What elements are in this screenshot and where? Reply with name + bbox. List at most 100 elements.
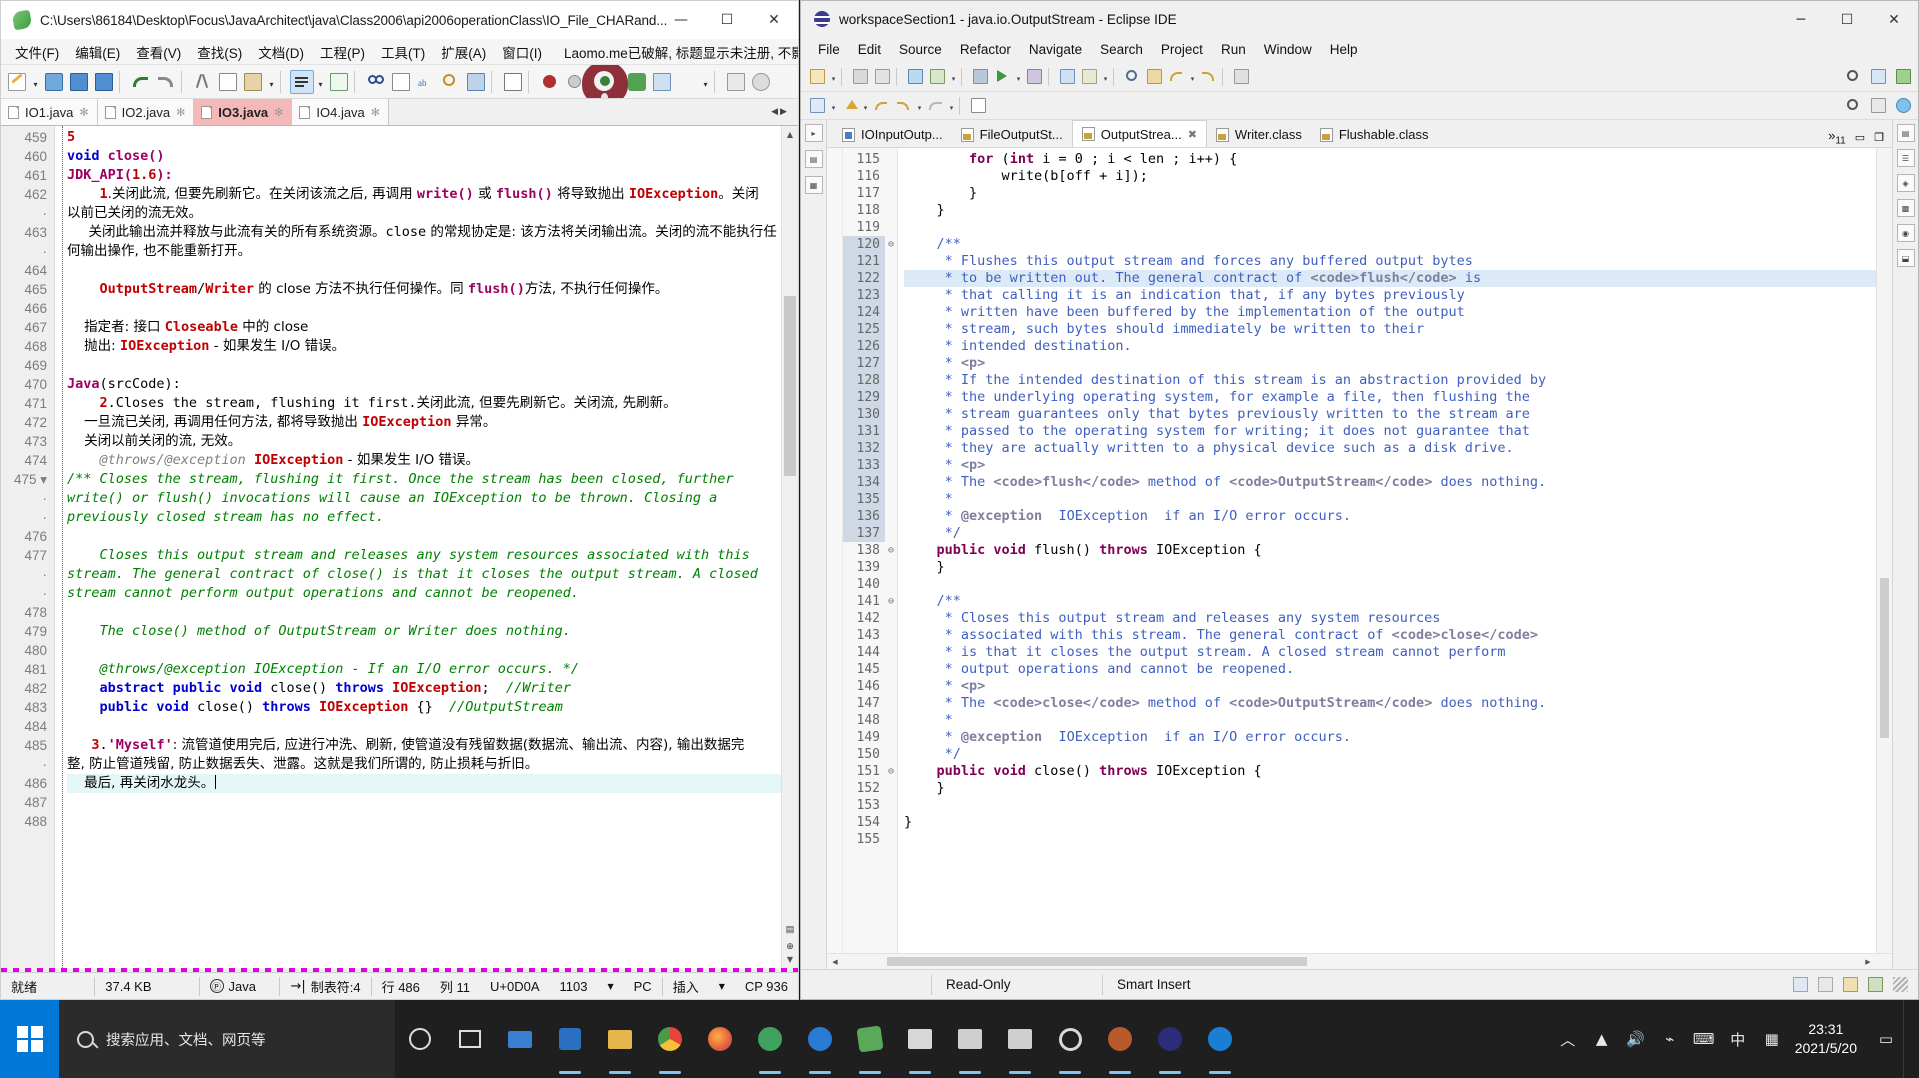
code-line[interactable]: 以前已关闭的流无效。 [67, 204, 798, 223]
tab-close-icon[interactable]: ✖ [1188, 128, 1197, 141]
editor-tab-io1[interactable]: IO1.java ✻ [1, 99, 98, 125]
last-edit-icon[interactable] [1144, 66, 1165, 87]
code-line[interactable] [67, 603, 798, 622]
code-line[interactable]: /** [904, 593, 1892, 610]
save-icon[interactable] [850, 66, 871, 87]
plugin-dropdown-icon[interactable]: ▾ [700, 70, 711, 94]
code-line[interactable]: * intended destination. [904, 338, 1892, 355]
code-line[interactable]: @throws/@exception IOException - 如果发生 I/… [67, 451, 798, 470]
external-tools-dropdown-icon[interactable]: ▾ [949, 66, 958, 87]
code-line[interactable] [904, 219, 1892, 236]
fold-toggle-icon[interactable]: ⊖ [885, 763, 897, 780]
notepad-vertical-scrollbar[interactable]: ▲ ▤ ⊕ ▼ [781, 126, 798, 968]
code-line[interactable] [67, 717, 798, 736]
code-line[interactable]: } [904, 780, 1892, 797]
tab-scroll-left-icon[interactable]: ◀ [771, 107, 778, 117]
code-line[interactable]: 最后, 再关闭水龙头。 [67, 774, 798, 793]
settings-taskbar-icon[interactable] [1045, 1000, 1095, 1078]
debug-icon[interactable] [970, 66, 991, 87]
tray-ime-icon[interactable]: 中 [1721, 1000, 1755, 1078]
menu-item-project[interactable]: Project [1152, 42, 1212, 57]
hscroll-left-icon[interactable]: ◀ [827, 954, 843, 969]
ubuntu-icon[interactable] [1095, 1000, 1145, 1078]
menu-item-search[interactable]: Search [1091, 42, 1152, 57]
code-line[interactable]: 5 [67, 128, 798, 147]
menu-item-run[interactable]: Run [1212, 42, 1255, 57]
menu-item-window[interactable]: Window [1255, 42, 1321, 57]
code-line[interactable]: * Flushes this output stream and forces … [904, 253, 1892, 270]
editor-tab-writer[interactable]: Writer.class [1207, 122, 1311, 147]
right-rail-extra2-icon[interactable]: ▩ [1896, 199, 1915, 217]
tab-close-icon[interactable]: ✻ [274, 106, 283, 119]
run-icon[interactable] [992, 66, 1013, 87]
new-file-dropdown-icon[interactable]: ▾ [30, 70, 41, 94]
task-view-icon[interactable] [445, 1000, 495, 1078]
menu-item-document[interactable]: 文档(D) [250, 42, 312, 62]
toggle-mark-icon[interactable] [925, 95, 946, 116]
code-line[interactable]: /** [904, 236, 1892, 253]
menu-item-file[interactable]: File [809, 42, 849, 57]
menu-item-edit[interactable]: Edit [849, 42, 890, 57]
editor-tab-flushable[interactable]: Flushable.class [1311, 122, 1438, 147]
code-line[interactable]: 2.Closes the stream, flushing it first.关… [67, 394, 798, 413]
prev-annotation-icon[interactable] [871, 95, 892, 116]
word-wrap-icon[interactable] [290, 69, 314, 94]
eclipse-horizontal-scrollbar[interactable]: ◀ ▶ [827, 953, 1892, 969]
code-line[interactable]: /** Closes the stream, flushing it first… [67, 470, 798, 489]
code-line[interactable]: Closes this output stream and releases a… [67, 546, 798, 565]
notepad-fold-margin[interactable] [55, 126, 63, 968]
scrollbar-thumb[interactable] [1880, 578, 1889, 738]
code-line[interactable]: write(b[off + i]); [904, 168, 1892, 185]
scroll-down-icon[interactable]: ▼ [782, 951, 798, 968]
code-line[interactable]: * stream, such bytes should immediately … [904, 321, 1892, 338]
forward-nav-icon[interactable] [1198, 66, 1219, 87]
code-line[interactable]: stream. The general contract of close() … [67, 565, 798, 584]
code-line[interactable] [67, 793, 798, 812]
menu-item-tools[interactable]: 工具(T) [373, 42, 433, 62]
tab-scroll-controls[interactable]: ◀ ▶ [760, 99, 798, 125]
document-map-icon[interactable] [501, 70, 525, 94]
pin-editor-icon[interactable] [1231, 66, 1252, 87]
code-line[interactable]: Java(srcCode): [67, 375, 798, 394]
run-dropdown-icon[interactable]: ▾ [1014, 66, 1023, 87]
new-java-project-icon[interactable] [1057, 66, 1078, 87]
code-line[interactable]: 指定者: 接口 Closeable 中的 close [67, 318, 798, 337]
code-line[interactable]: * Closes this output stream and releases… [904, 610, 1892, 627]
menu-item-edit[interactable]: 编辑(E) [67, 42, 128, 62]
eclipse-source-text[interactable]: for (int i = 0 ; i < len ; i++) { write(… [898, 148, 1892, 953]
tab-close-icon[interactable]: ✻ [79, 106, 88, 119]
editor-tab-ioinputoutput[interactable]: IOInputOutp... [833, 122, 952, 147]
code-line[interactable]: * to be written out. The general contrac… [904, 270, 1892, 287]
kugou-icon[interactable] [1195, 1000, 1245, 1078]
copy-icon[interactable] [216, 70, 240, 94]
code-line[interactable]: * that calling it is an indication that,… [904, 287, 1892, 304]
editor-tab-fileoutputstream[interactable]: FileOutputSt... [952, 122, 1072, 147]
tray-ime-toolbox-icon[interactable]: ▦ [1755, 1000, 1789, 1078]
up-dropdown-icon[interactable]: ▾ [861, 95, 870, 116]
code-line[interactable]: 何输出操作, 也不能重新打开。 [67, 242, 798, 261]
status-encoding-caret-icon[interactable]: ▼ [709, 973, 735, 1000]
code-line[interactable]: * [904, 712, 1892, 729]
close-button[interactable]: ✕ [750, 1, 798, 39]
undo-icon[interactable] [129, 70, 153, 94]
back-dropdown-icon[interactable]: ▾ [1188, 66, 1197, 87]
code-line[interactable]: * associated with this stream. The gener… [904, 627, 1892, 644]
new-editor-icon[interactable] [968, 95, 989, 116]
print-icon[interactable] [872, 66, 893, 87]
sync-icon[interactable] [464, 70, 488, 94]
left-rail-extra-icon[interactable]: ▦ [804, 176, 823, 194]
app-window3-icon[interactable] [995, 1000, 1045, 1078]
notepad-plus-plus-taskbar-icon[interactable] [845, 1000, 895, 1078]
code-line[interactable]: */ [904, 525, 1892, 542]
status-smartinsert-icon[interactable] [1818, 977, 1833, 992]
find-prev-icon[interactable]: ab [414, 70, 438, 94]
code-line[interactable] [67, 356, 798, 375]
code-line[interactable]: 关闭此输出流并释放与此流有关的所有系统资源。close 的常规协定是: 该方法将… [67, 223, 798, 242]
status-resize-grip-icon[interactable] [1893, 977, 1908, 992]
new-class-icon[interactable] [1079, 66, 1100, 87]
code-line[interactable]: stream cannot perform output operations … [67, 584, 798, 603]
eclipse-annotation-ruler[interactable] [827, 148, 843, 953]
browser2-icon[interactable] [795, 1000, 845, 1078]
code-line[interactable]: 整, 防止管道残留, 防止数据丢失、泄露。这就是我们所谓的, 防止损耗与折旧。 [67, 755, 798, 774]
code-line[interactable]: * [904, 491, 1892, 508]
